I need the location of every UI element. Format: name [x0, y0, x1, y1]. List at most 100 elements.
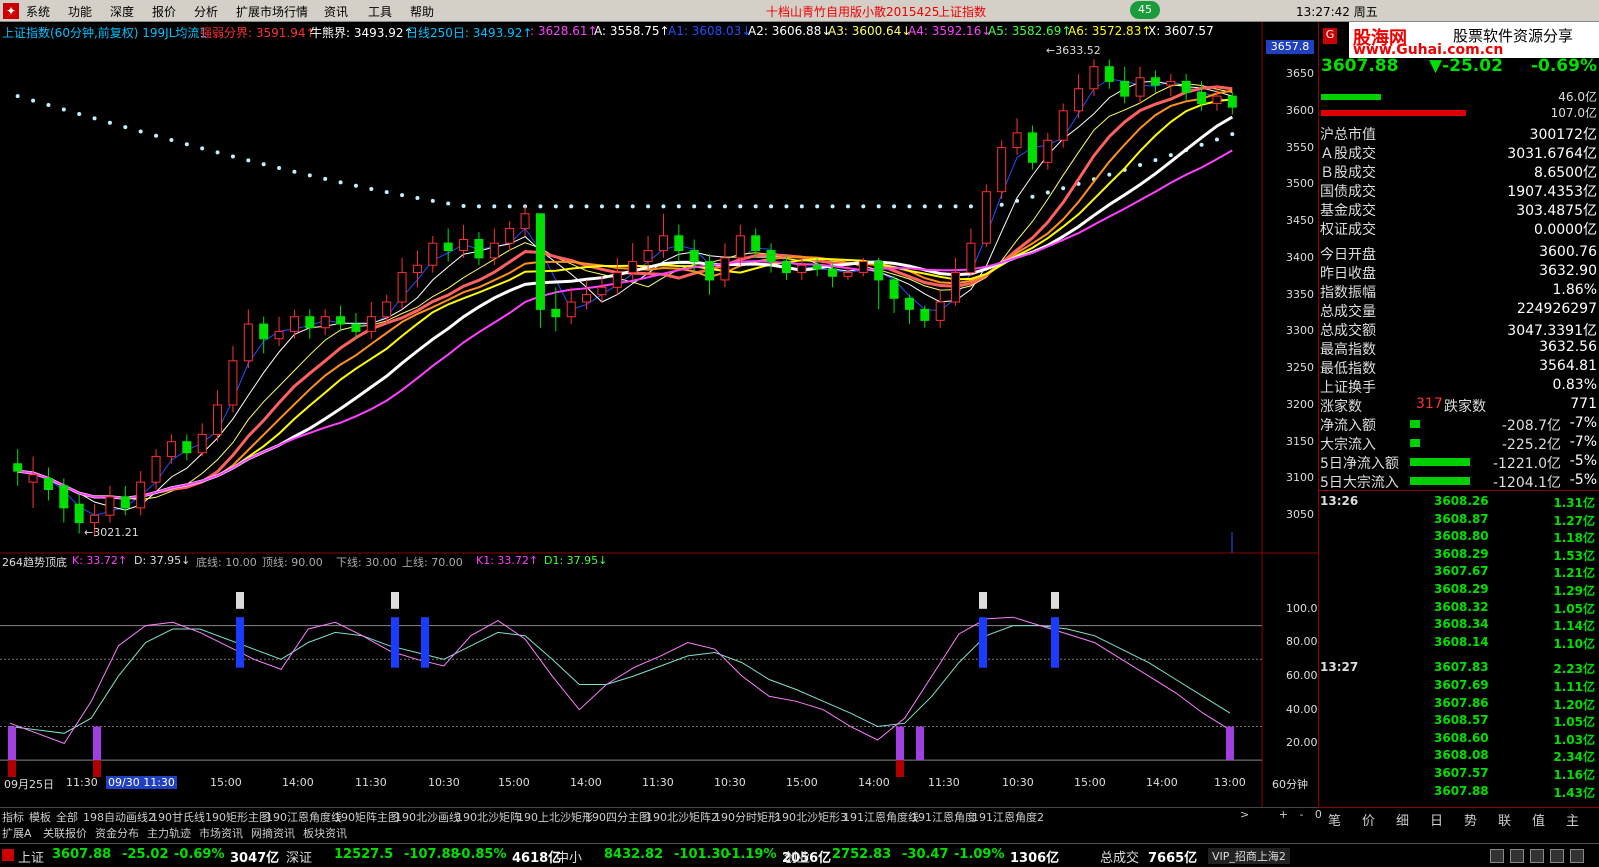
menu-item-ext-market[interactable]: 扩展市场行情: [236, 3, 308, 20]
status-icon-1[interactable]: [1490, 849, 1504, 863]
notification-badge[interactable]: 45: [1130, 1, 1160, 19]
menu-item-depth[interactable]: 深度: [110, 3, 134, 20]
status-vip-server[interactable]: VIP_招商上海2: [1208, 848, 1290, 864]
indicator-tab-15[interactable]: 191江恩角度线: [843, 809, 919, 825]
ma250-dot: [646, 204, 651, 209]
tick-row: 3607.67 1.21亿: [1320, 564, 1597, 582]
time-axis-label: 10:30: [428, 776, 460, 789]
quote-panel-tab-3[interactable]: 日: [1430, 810, 1443, 829]
candle: [735, 235, 745, 259]
extension-tab-6[interactable]: 板块资讯: [303, 825, 347, 841]
extension-tab-2[interactable]: 资金分布: [95, 825, 139, 841]
quote-panel-tab-0[interactable]: 笔: [1328, 810, 1341, 829]
zoom-in-button[interactable]: +: [1279, 808, 1288, 821]
status-icon-4[interactable]: [1550, 849, 1564, 863]
quote-panel-tab-5[interactable]: 联: [1498, 810, 1511, 829]
status-index-name[interactable]: 深证: [286, 847, 312, 866]
indicator-tab-1[interactable]: 模板: [29, 809, 51, 825]
stat-row: 国债成交 1907.4353亿: [1320, 181, 1597, 200]
ma250-dot: [338, 180, 343, 185]
ma250-dot: [799, 204, 804, 209]
quote-panel-tab-7[interactable]: 主: [1566, 810, 1579, 829]
menu-item-function[interactable]: 功能: [68, 3, 92, 20]
candle: [1104, 66, 1114, 82]
tick-amount: 1.20亿: [1553, 697, 1595, 712]
tick-row: 3608.32 1.05亿: [1320, 600, 1597, 618]
indicator-tab-4[interactable]: 190甘氏线: [151, 809, 205, 825]
indicator-tab-8[interactable]: 190北沙画线: [395, 809, 460, 825]
extension-tab-5[interactable]: 网摘资讯: [251, 825, 295, 841]
candle: [997, 147, 1007, 193]
ma250-dot: [430, 198, 435, 203]
status-index-name[interactable]: 上证: [18, 847, 44, 866]
stat-label: 总成交量: [1320, 304, 1376, 320]
indicator-tab-2[interactable]: 全部: [56, 809, 78, 825]
indicator-tab-11[interactable]: 190四分主图: [585, 809, 650, 825]
indicator-tab-10[interactable]: 190上北沙矩形: [517, 809, 593, 825]
quote-panel-tab-6[interactable]: 值: [1532, 810, 1545, 829]
ma250-dot: [230, 154, 235, 159]
quote-panel-tab-1[interactable]: 价: [1362, 810, 1375, 829]
extension-tab-1[interactable]: 关联报价: [43, 825, 87, 841]
menu-item-help[interactable]: 帮助: [410, 3, 434, 20]
candle: [597, 286, 607, 296]
status-index-name[interactable]: 中小: [556, 847, 582, 866]
stat-row: 最低指数 3564.81: [1320, 358, 1597, 377]
stat-row: 沪总市值 300172亿: [1320, 124, 1597, 143]
tick-row: 3608.29 1.53亿: [1320, 547, 1597, 565]
zoom-out-button[interactable]: -: [1299, 808, 1303, 821]
extension-tab-4[interactable]: 市场资讯: [199, 825, 243, 841]
up-count: 317: [1416, 396, 1443, 412]
indicator-tab-14[interactable]: 190北沙矩形3: [775, 809, 847, 825]
status-index-change: -101.30: [674, 847, 730, 862]
indicator-tab-9[interactable]: 190北沙矩阵: [456, 809, 521, 825]
kline-chart[interactable]: [0, 22, 1318, 807]
menu-item-system[interactable]: 系统: [26, 3, 50, 20]
indicator-tab-16[interactable]: 191江恩角度: [911, 809, 976, 825]
price-axis-label: 3250: [1286, 361, 1314, 375]
status-icon-5[interactable]: [1570, 849, 1584, 863]
candle: [689, 250, 699, 263]
ma250-dot: [154, 133, 159, 138]
indicator-tab-0[interactable]: 指标: [2, 809, 24, 825]
stat-label: 指数振幅: [1320, 285, 1376, 301]
indicator-tab-3[interactable]: 198自动画线2: [83, 809, 155, 825]
g-icon[interactable]: G: [1323, 28, 1337, 44]
extension-tab-3[interactable]: 主力轨迹: [147, 825, 191, 841]
indicator-tab-7[interactable]: 190矩阵主图: [334, 809, 399, 825]
ma250-dot: [769, 204, 774, 209]
sub-top-cap: [236, 592, 244, 609]
extension-tab-0[interactable]: 扩展A: [2, 825, 32, 841]
candle: [459, 239, 469, 252]
indicator-tab-5[interactable]: 190矩形主图: [205, 809, 270, 825]
indicator-tab-12[interactable]: 190北沙矩阵2: [646, 809, 718, 825]
menu-item-analysis[interactable]: 分析: [194, 3, 218, 20]
price-axis-label: 3550: [1286, 140, 1314, 154]
menu-item-news[interactable]: 资讯: [324, 3, 348, 20]
menu-item-tools[interactable]: 工具: [368, 3, 392, 20]
candle: [259, 323, 269, 340]
sub-legend-item-0: 264趋势顶底: [2, 556, 67, 569]
candle: [874, 261, 884, 281]
ma250-dot: [707, 204, 712, 209]
status-icon-2[interactable]: [1510, 849, 1524, 863]
flow-pct: -7%: [1569, 434, 1597, 450]
candle: [843, 272, 853, 277]
quote-panel-tab-2[interactable]: 细: [1396, 810, 1409, 829]
quote-panel-tab-4[interactable]: 势: [1464, 810, 1477, 829]
indicator-tab-13[interactable]: 190分时矩形: [714, 809, 779, 825]
tick-time: 13:26: [1320, 494, 1359, 508]
indicator-tab-6[interactable]: 190江恩角度线: [266, 809, 342, 825]
status-index-name[interactable]: 创业: [784, 847, 810, 866]
legend-item-4: : 3628.61↑: [530, 24, 598, 38]
sub-top-cap: [1051, 592, 1059, 609]
ma250-dot: [400, 193, 405, 198]
tab-scroll-right-icon[interactable]: >: [1240, 808, 1249, 821]
menu-item-quote[interactable]: 报价: [152, 3, 176, 20]
indicator-tab-17[interactable]: 191江恩角度2: [972, 809, 1044, 825]
kline-chart-area[interactable]: [0, 22, 1318, 807]
legend-item-8: A3: 3600.64↓: [828, 24, 912, 38]
status-icon-3[interactable]: [1530, 849, 1544, 863]
time-axis-label: 09月25日: [4, 778, 54, 791]
candle: [274, 330, 284, 340]
